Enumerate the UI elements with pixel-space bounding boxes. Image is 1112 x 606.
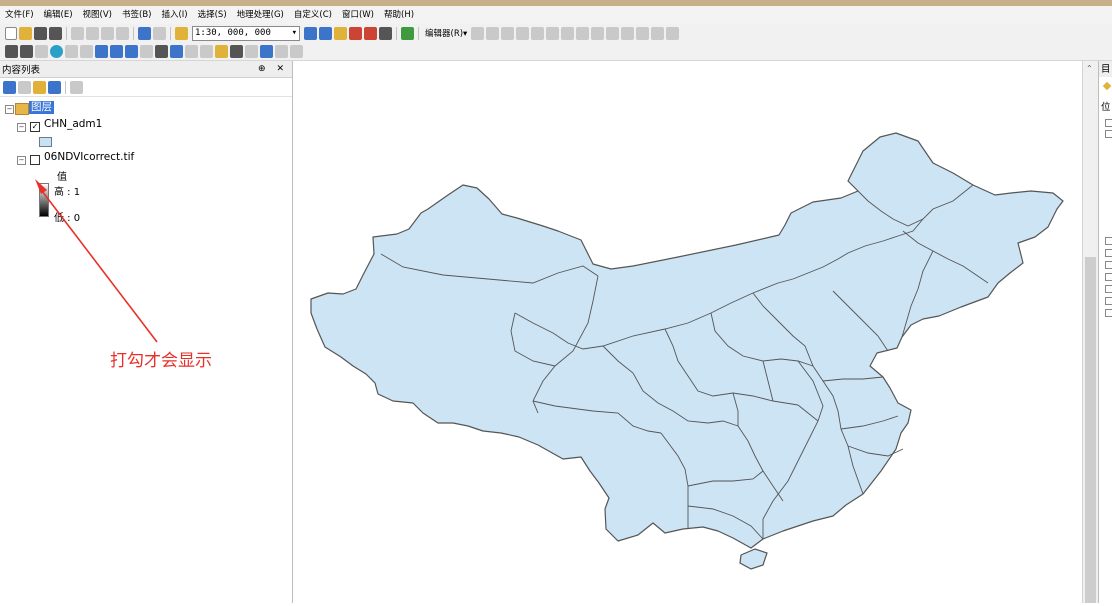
china-provinces-map [310,132,1064,570]
end-point-arc-icon[interactable] [516,26,530,40]
hainan-island [739,548,768,570]
attributes-icon[interactable] [636,26,650,40]
toolbar-separator [418,26,419,40]
annotation-text: 打勾才会显示 [110,351,212,371]
expand-icon[interactable] [1105,249,1112,257]
expand-icon[interactable] [1105,261,1112,269]
chevron-down-icon: ▾ [291,28,297,38]
split-icon[interactable] [606,26,620,40]
map-vertical-scrollbar[interactable]: ⌃ [1082,61,1099,603]
expand-icon[interactable] [1105,273,1112,281]
expand-icon[interactable] [1105,119,1112,127]
expand-icon[interactable] [1105,285,1112,293]
menu-windows[interactable]: 窗口(W) [337,6,379,24]
china-outline [310,132,1064,549]
edit-tool-icon[interactable] [471,26,485,40]
map-view[interactable] [293,61,1082,603]
edit-vertices-icon[interactable] [561,26,575,40]
table-of-contents-icon[interactable] [319,26,332,40]
create-features-icon[interactable] [666,26,680,40]
search-window-icon[interactable] [349,26,362,40]
scrollbar-thumb[interactable] [1085,257,1096,603]
catalog-title: 目 [1099,61,1112,77]
expand-icon[interactable] [1105,237,1112,245]
expand-icon[interactable] [1105,297,1112,305]
trace-icon[interactable] [531,26,545,40]
sketch-properties-icon[interactable] [651,26,665,40]
catalog-home-icon[interactable] [1102,81,1112,91]
chevron-up-icon[interactable]: ⌃ [1086,64,1093,73]
menu-customize[interactable]: 自定义(C) [289,6,337,24]
model-builder-icon[interactable] [401,26,414,40]
catalog-icon[interactable] [334,26,347,40]
editor-toolbar-icon[interactable] [304,26,317,40]
straight-segment-icon[interactable] [501,26,515,40]
edit-annotation-icon[interactable] [486,26,500,40]
catalog-panel: 目 位 [1098,61,1112,603]
editor-menu[interactable]: 编辑器(R)▾ [422,27,470,39]
rotate-icon[interactable] [621,26,635,40]
catalog-location-label: 位 [1101,102,1111,113]
expand-icon[interactable] [1105,309,1112,317]
expand-icon[interactable] [1105,130,1112,138]
cut-polygons-icon[interactable] [591,26,605,40]
menu-help[interactable]: 帮助(H) [379,6,419,24]
point-icon[interactable] [546,26,560,40]
python-window-icon[interactable] [379,26,392,40]
arctoolbox-icon[interactable] [364,26,377,40]
reshape-icon[interactable] [576,26,590,40]
toolbar-separator [396,26,397,40]
annotation-arrow [35,179,158,343]
